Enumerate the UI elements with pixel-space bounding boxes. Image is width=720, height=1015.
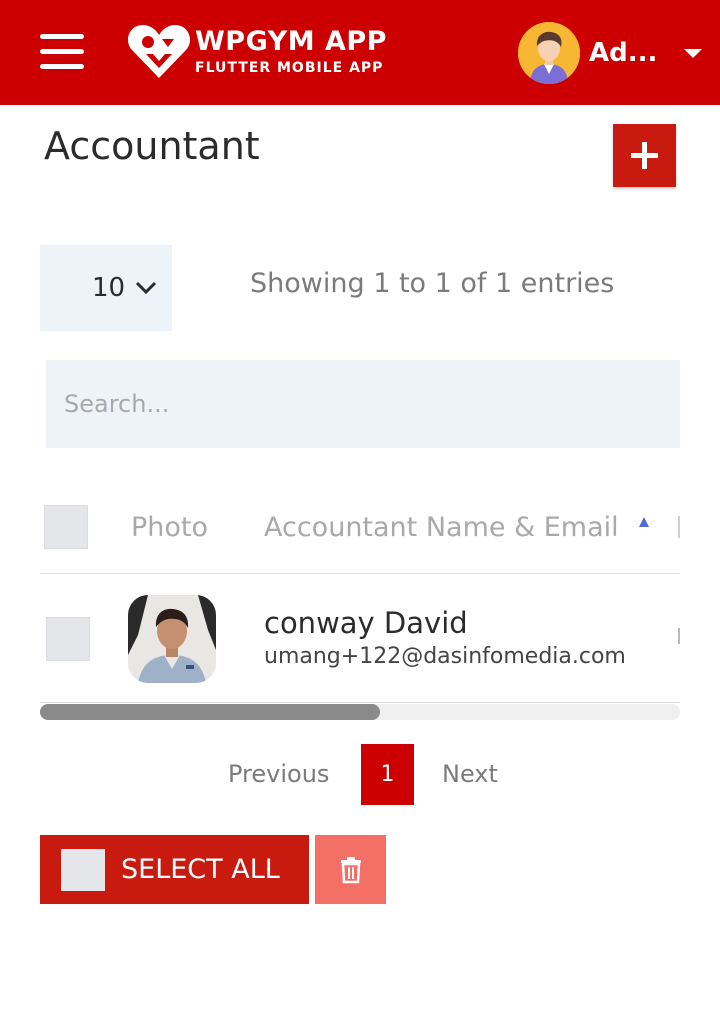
row-divider [40, 702, 680, 703]
trash-icon [341, 857, 361, 884]
entries-info: Showing 1 to 1 of 1 entries [250, 268, 615, 299]
menu-icon[interactable] [40, 34, 84, 70]
pagination-previous[interactable]: Previous [228, 760, 329, 788]
pagination-page-1[interactable]: 1 [361, 744, 414, 805]
accountant-email: umang+122@dasinfomedia.com [264, 644, 626, 669]
add-accountant-button[interactable] [613, 124, 676, 187]
pagination-next[interactable]: Next [442, 760, 498, 788]
horizontal-scrollbar-thumb[interactable] [40, 704, 380, 720]
user-name[interactable]: Ad... [589, 38, 657, 68]
brand-title: WPGYM APP [195, 26, 387, 57]
select-all-checkbox[interactable] [61, 849, 105, 891]
sort-asc-icon[interactable] [638, 516, 650, 528]
column-divider [678, 516, 680, 538]
chevron-down-icon [135, 281, 157, 295]
plus-icon [631, 142, 658, 169]
accountant-table: Photo Accountant Name & Email conway Dav… [40, 480, 680, 705]
heart-logo [127, 24, 191, 79]
select-all-label: SELECT ALL [121, 854, 280, 885]
header-checkbox[interactable] [44, 505, 88, 549]
caret-down-icon[interactable] [684, 49, 702, 58]
column-header-photo[interactable]: Photo [131, 512, 208, 543]
user-avatar[interactable] [518, 22, 580, 84]
brand-subtitle: FLUTTER MOBILE APP [195, 60, 384, 76]
column-divider [678, 628, 680, 644]
select-all-button[interactable]: SELECT ALL [40, 835, 309, 904]
accountant-photo [128, 595, 216, 683]
page-length-value: 10 [92, 273, 126, 303]
header-divider [40, 573, 680, 574]
person-icon [518, 22, 580, 84]
accountant-name: conway David [264, 606, 468, 640]
page-title: Accountant [44, 124, 260, 168]
person-photo-icon [128, 595, 216, 683]
column-header-name-email[interactable]: Accountant Name & Email [264, 512, 619, 543]
search-input[interactable] [46, 360, 680, 448]
delete-selected-button[interactable] [315, 835, 386, 904]
app-bar: WPGYM APP FLUTTER MOBILE APP Ad... [0, 0, 720, 105]
row-checkbox[interactable] [46, 617, 90, 661]
page-length-select[interactable]: 10 [40, 245, 172, 331]
